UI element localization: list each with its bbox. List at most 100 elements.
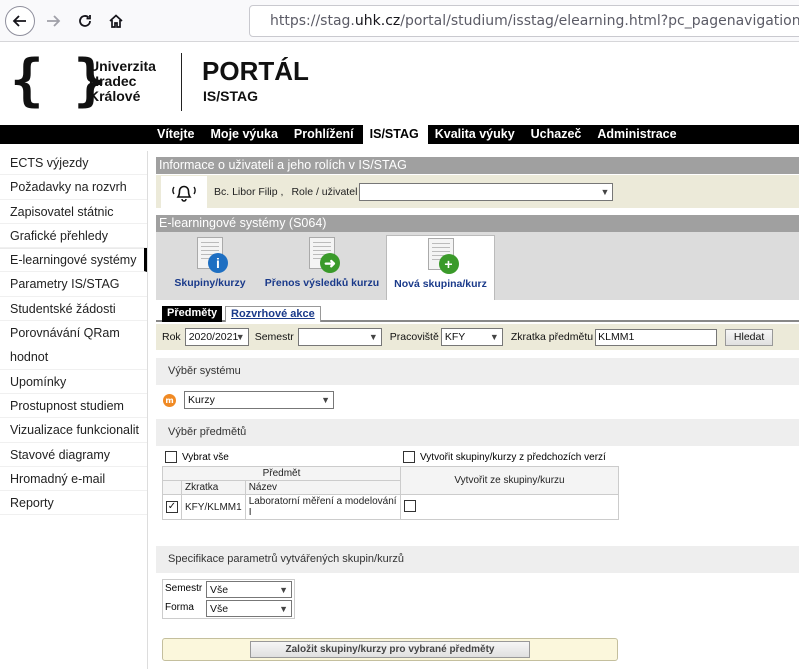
sidebar-item-parametry[interactable]: Parametry IS/STAG xyxy=(0,272,147,297)
sidebar: ECTS výjezdy Požadavky na rozvrh Zapisov… xyxy=(0,151,148,669)
menu-item-moje-vyuka[interactable]: Moje výuka xyxy=(204,125,287,144)
spec-semestr-label: Semestr xyxy=(165,583,203,594)
sidebar-item-ects[interactable]: ECTS výjezdy xyxy=(0,151,147,176)
semestr-label: Semestr xyxy=(254,331,294,343)
col-predmet: Předmět xyxy=(162,466,401,481)
subtab-predmety[interactable]: Předměty xyxy=(162,306,223,322)
create-from-checkbox[interactable] xyxy=(404,499,416,512)
university-name: Univerzita Hradec Králové xyxy=(89,58,156,104)
subtabs: Předměty Rozvrhové akce xyxy=(156,300,799,322)
sidebar-item-zapisovatel[interactable]: Zapisovatel státnic xyxy=(0,200,147,224)
chevron-down-icon: ▼ xyxy=(600,186,610,197)
chevron-down-icon: ▼ xyxy=(279,604,288,614)
subject-nazev: Laboratorní měření a modelování I xyxy=(244,494,402,520)
sidebar-item-upominky[interactable]: Upomínky xyxy=(0,370,147,394)
spec-forma-select[interactable]: Vše ▼ xyxy=(206,600,292,617)
system-row: m Kurzy ▼ xyxy=(156,385,799,415)
subjects-section-header: Výběr předmětů xyxy=(156,419,799,446)
chevron-down-icon: ▼ xyxy=(279,585,288,595)
elearning-header: E-learningové systémy (S064) xyxy=(156,215,799,232)
search-button[interactable]: Hledat xyxy=(725,328,774,346)
subject-checkbox[interactable]: ✓ xyxy=(166,501,178,513)
moodle-icon: m xyxy=(163,393,176,407)
menu-item-uchazec[interactable]: Uchazeč xyxy=(524,125,591,144)
create-from-prev-row: Vytvořit skupiny/kurzy z předchozích ver… xyxy=(403,451,606,463)
spec-section-header: Specifikace parametrů vytvářených skupin… xyxy=(156,546,799,573)
sidebar-item-prostupnost[interactable]: Prostupnost studiem xyxy=(0,394,147,419)
reload-button[interactable] xyxy=(70,6,100,36)
sidebar-item-studentske-zadosti[interactable]: Studentské žádosti xyxy=(0,297,147,322)
user-name: Bc. Libor Filip , xyxy=(214,185,284,198)
subjects-table: Předmět Vytvořit ze skupiny/kurzu Zkratk… xyxy=(162,466,619,520)
bell-icon xyxy=(172,185,196,202)
url-text: https://stag.uhk.cz/portal/studium/issta… xyxy=(270,13,799,29)
menu-item-kvalita-vyuky[interactable]: Kvalita výuky xyxy=(428,125,524,144)
subject-zkratka: KFY/KLMM1 xyxy=(181,494,246,520)
reload-icon xyxy=(79,15,91,27)
filter-bar: Rok 2020/2021 ▼ Semestr ▼ Pracoviště KFY ▼… xyxy=(156,324,799,350)
sidebar-item-stavove-diagramy[interactable]: Stavové diagramy xyxy=(0,443,147,467)
arrow-left-icon xyxy=(12,15,26,27)
sidebar-item-graficke-prehledy[interactable]: Grafické přehledy xyxy=(0,224,147,249)
select-all-row: Vybrat vše xyxy=(165,451,229,463)
main-content: Informace o uživateli a jeho rolích v IS… xyxy=(156,151,799,669)
notification-button[interactable] xyxy=(161,175,207,208)
col-create-from: Vytvořit ze skupiny/kurzu xyxy=(400,466,619,495)
rok-select[interactable]: 2020/2021 ▼ xyxy=(184,328,249,346)
spec-semestr-select[interactable]: Vše ▼ xyxy=(206,581,292,598)
address-bar[interactable]: https://stag.uhk.cz/portal/studium/issta… xyxy=(249,5,799,37)
document-arrow-icon: ➜ xyxy=(309,237,340,273)
role-select[interactable]: ▼ xyxy=(359,182,614,201)
pracoviste-label: Pracoviště xyxy=(389,331,439,343)
chevron-down-icon: ▼ xyxy=(321,395,330,405)
create-groups-button[interactable]: Založit skupiny/kurzy pro vybrané předmě… xyxy=(250,641,530,658)
sidebar-item-porovnavani-cont[interactable]: hodnot xyxy=(0,345,147,370)
system-section-header: Výběr systému xyxy=(156,358,799,385)
home-icon xyxy=(109,14,123,28)
tab-skupiny-kurzy[interactable]: i Skupiny/kurzy xyxy=(170,235,250,300)
top-menu: Vítejte Moje výuka Prohlížení IS/STAG Kv… xyxy=(0,125,799,144)
col-nazev: Název xyxy=(244,480,402,495)
browser-toolbar: https://stag.uhk.cz/portal/studium/issta… xyxy=(0,0,799,42)
pracoviste-select[interactable]: KFY ▼ xyxy=(440,328,503,346)
subtab-rozvrhove-akce[interactable]: Rozvrhové akce xyxy=(225,306,321,322)
tab-nova-skupina[interactable]: + Nová skupina/kurz xyxy=(386,235,495,300)
submit-area: Založit skupiny/kurzy pro vybrané předmě… xyxy=(162,638,618,661)
back-button[interactable] xyxy=(5,6,35,36)
site-header: { } Univerzita Hradec Králové PORTÁL IS/… xyxy=(0,43,799,125)
tab-prenos-vysledku[interactable]: ➜ Přenos výsledků kurzu xyxy=(260,235,384,300)
chevron-down-icon: ▼ xyxy=(489,332,499,342)
arrow-right-icon xyxy=(47,15,61,27)
sidebar-item-hromadny-email[interactable]: Hromadný e-mail xyxy=(0,467,147,492)
document-plus-icon: + xyxy=(427,238,459,274)
spec-params: Semestr Vše ▼ Forma Vše ▼ xyxy=(162,579,295,619)
rok-label: Rok xyxy=(162,331,181,343)
create-from-prev-checkbox[interactable] xyxy=(403,451,415,463)
userinfo-header: Informace o uživateli a jeho rolích v IS… xyxy=(156,157,799,174)
sidebar-item-reporty[interactable]: Reporty xyxy=(0,491,147,516)
logo-divider xyxy=(181,53,182,111)
create-from-prev-label: Vytvořit skupiny/kurzy z předchozích ver… xyxy=(420,451,606,463)
menu-item-prohlizeni[interactable]: Prohlížení xyxy=(287,125,363,144)
userinfo-bar: Bc. Libor Filip , Role / uživatel ▼ xyxy=(156,174,799,208)
chevron-down-icon: ▼ xyxy=(368,332,378,342)
portal-title: PORTÁL xyxy=(202,56,309,86)
sidebar-item-vizualizace[interactable]: Vizualizace funkcionalit xyxy=(0,418,147,443)
semestr-select[interactable]: ▼ xyxy=(297,328,382,346)
forward-button[interactable] xyxy=(38,6,68,36)
home-button[interactable] xyxy=(101,6,131,36)
sidebar-item-porovnavani[interactable]: Porovnávání QRam xyxy=(0,321,147,345)
subjects-area: Vybrat vše Vytvořit skupiny/kurzy z před… xyxy=(156,446,799,522)
elearning-tabs: i Skupiny/kurzy ➜ Přenos výsledků kurzu … xyxy=(156,232,799,300)
system-select[interactable]: Kurzy ▼ xyxy=(184,391,334,409)
col-zkratka: Zkratka xyxy=(181,480,246,495)
menu-item-vitejte[interactable]: Vítejte xyxy=(150,125,204,144)
sidebar-item-pozadavky[interactable]: Požadavky na rozvrh xyxy=(0,175,147,200)
document-info-icon: i xyxy=(197,237,228,273)
menu-item-isstag[interactable]: IS/STAG xyxy=(362,125,428,144)
select-all-checkbox[interactable] xyxy=(165,451,177,463)
portal-subtitle: IS/STAG xyxy=(203,88,258,104)
sidebar-item-elearning[interactable]: E-learningové systémy xyxy=(0,248,147,273)
zkratka-input[interactable]: KLMM1 xyxy=(595,328,718,346)
menu-item-administrace[interactable]: Administrace xyxy=(590,125,685,144)
